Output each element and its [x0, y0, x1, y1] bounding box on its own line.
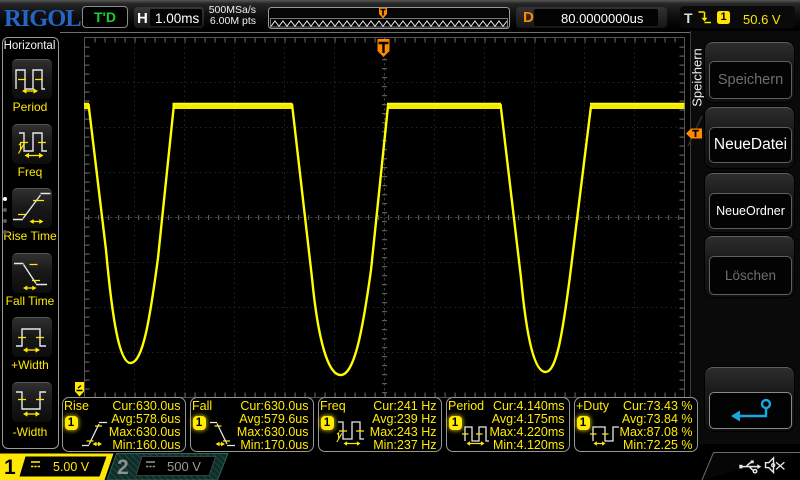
svg-text:5.00 V: 5.00 V: [53, 460, 90, 474]
svg-text:1: 1: [4, 456, 16, 479]
svg-text:500 V: 500 V: [167, 459, 201, 474]
svg-text:2: 2: [117, 456, 129, 479]
